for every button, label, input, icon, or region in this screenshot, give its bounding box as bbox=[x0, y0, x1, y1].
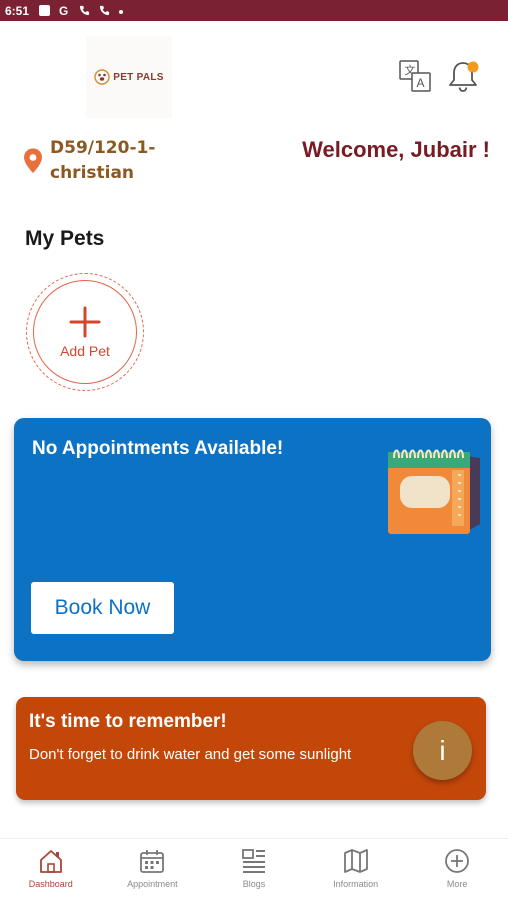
nav-label: Blogs bbox=[242, 879, 266, 889]
appointment-title: No Appointments Available! bbox=[32, 438, 284, 459]
nav-item-dashboard[interactable]: Dashboard bbox=[0, 839, 102, 900]
nav-label: Information bbox=[333, 879, 379, 889]
address-text[interactable]: D59/120-1-christian bbox=[50, 136, 190, 186]
bottom-nav: Dashboard Appointment Blogs Information bbox=[0, 838, 508, 900]
nav-label: More bbox=[446, 879, 468, 889]
nav-item-blogs[interactable]: Blogs bbox=[203, 839, 305, 900]
plus-icon bbox=[69, 306, 101, 338]
notification-dot bbox=[467, 61, 479, 73]
calendar-icon bbox=[388, 449, 480, 534]
my-pets-title: My Pets bbox=[25, 227, 105, 250]
book-now-button[interactable]: Book Now bbox=[31, 582, 174, 634]
nav-item-appointment[interactable]: Appointment bbox=[102, 839, 204, 900]
reminder-text: Don't forget to drink water and get some… bbox=[29, 746, 352, 763]
add-pet-circle: Add Pet bbox=[33, 280, 137, 384]
dot-icon bbox=[119, 9, 124, 14]
bell-icon[interactable] bbox=[446, 58, 480, 94]
svg-text:A: A bbox=[417, 76, 425, 90]
blogs-icon bbox=[242, 849, 265, 873]
phone-icon bbox=[99, 5, 110, 16]
info-button[interactable]: i bbox=[413, 721, 472, 780]
notification-icon bbox=[39, 5, 51, 16]
logo-text: PET PALS bbox=[113, 71, 164, 83]
app-logo: PET PALS bbox=[86, 36, 172, 118]
map-icon bbox=[343, 849, 368, 873]
status-time: 6:51 bbox=[5, 3, 30, 18]
home-icon bbox=[39, 850, 62, 873]
google-icon: G bbox=[59, 5, 68, 16]
add-pet-button[interactable]: Add Pet bbox=[26, 273, 144, 391]
paw-icon bbox=[94, 69, 110, 85]
phone-icon bbox=[79, 5, 90, 16]
calendar-icon bbox=[140, 850, 165, 873]
plus-circle-icon bbox=[445, 849, 470, 873]
svg-text:G: G bbox=[59, 5, 68, 16]
nav-item-information[interactable]: Information bbox=[305, 839, 407, 900]
nav-label: Dashboard bbox=[28, 879, 73, 889]
add-pet-label: Add Pet bbox=[60, 343, 110, 359]
reminder-card: It's time to remember! Don't forget to d… bbox=[16, 697, 486, 800]
appointment-card: No Appointments Available! Book Now bbox=[14, 418, 491, 661]
status-bar: 6:51 G bbox=[0, 0, 508, 21]
location-pin-icon bbox=[24, 148, 42, 173]
reminder-title: It's time to remember! bbox=[29, 711, 227, 732]
nav-item-more[interactable]: More bbox=[406, 839, 508, 900]
welcome-text: Welcome, Jubair ! bbox=[302, 137, 490, 162]
translate-icon[interactable]: 文 A bbox=[398, 59, 432, 93]
nav-label: Appointment bbox=[127, 879, 178, 889]
